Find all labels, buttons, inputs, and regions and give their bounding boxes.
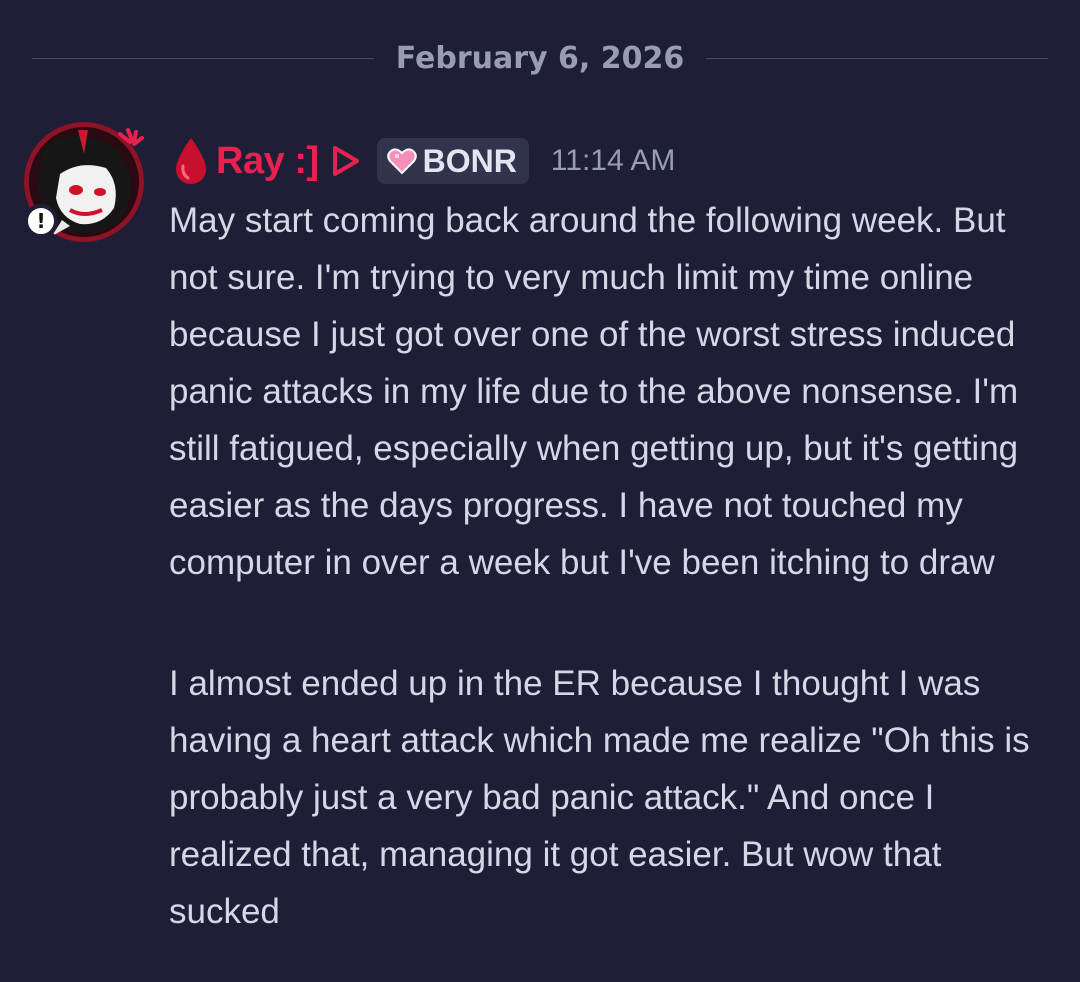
divider-line-right [706, 57, 1049, 59]
message-header: Ray :] BONR 11:14 AM [172, 134, 675, 188]
timestamp[interactable]: 11:14 AM [551, 144, 676, 178]
message-text: I almost ended up in the ER because I th… [169, 664, 1030, 931]
pink-heart-icon [386, 147, 417, 175]
message-text: May start coming back around the followi… [169, 201, 1019, 582]
date-divider: February 6, 2026 [32, 36, 1049, 80]
date-label: February 6, 2026 [395, 40, 685, 76]
exclamation-icon: ! [24, 204, 58, 238]
play-triangle-icon [331, 144, 361, 178]
tag-label: BONR [422, 142, 517, 179]
blood-drop-icon [172, 136, 210, 186]
username[interactable]: Ray :] [216, 140, 319, 183]
server-tag[interactable]: BONR [376, 138, 529, 184]
divider-line-left [32, 57, 374, 59]
